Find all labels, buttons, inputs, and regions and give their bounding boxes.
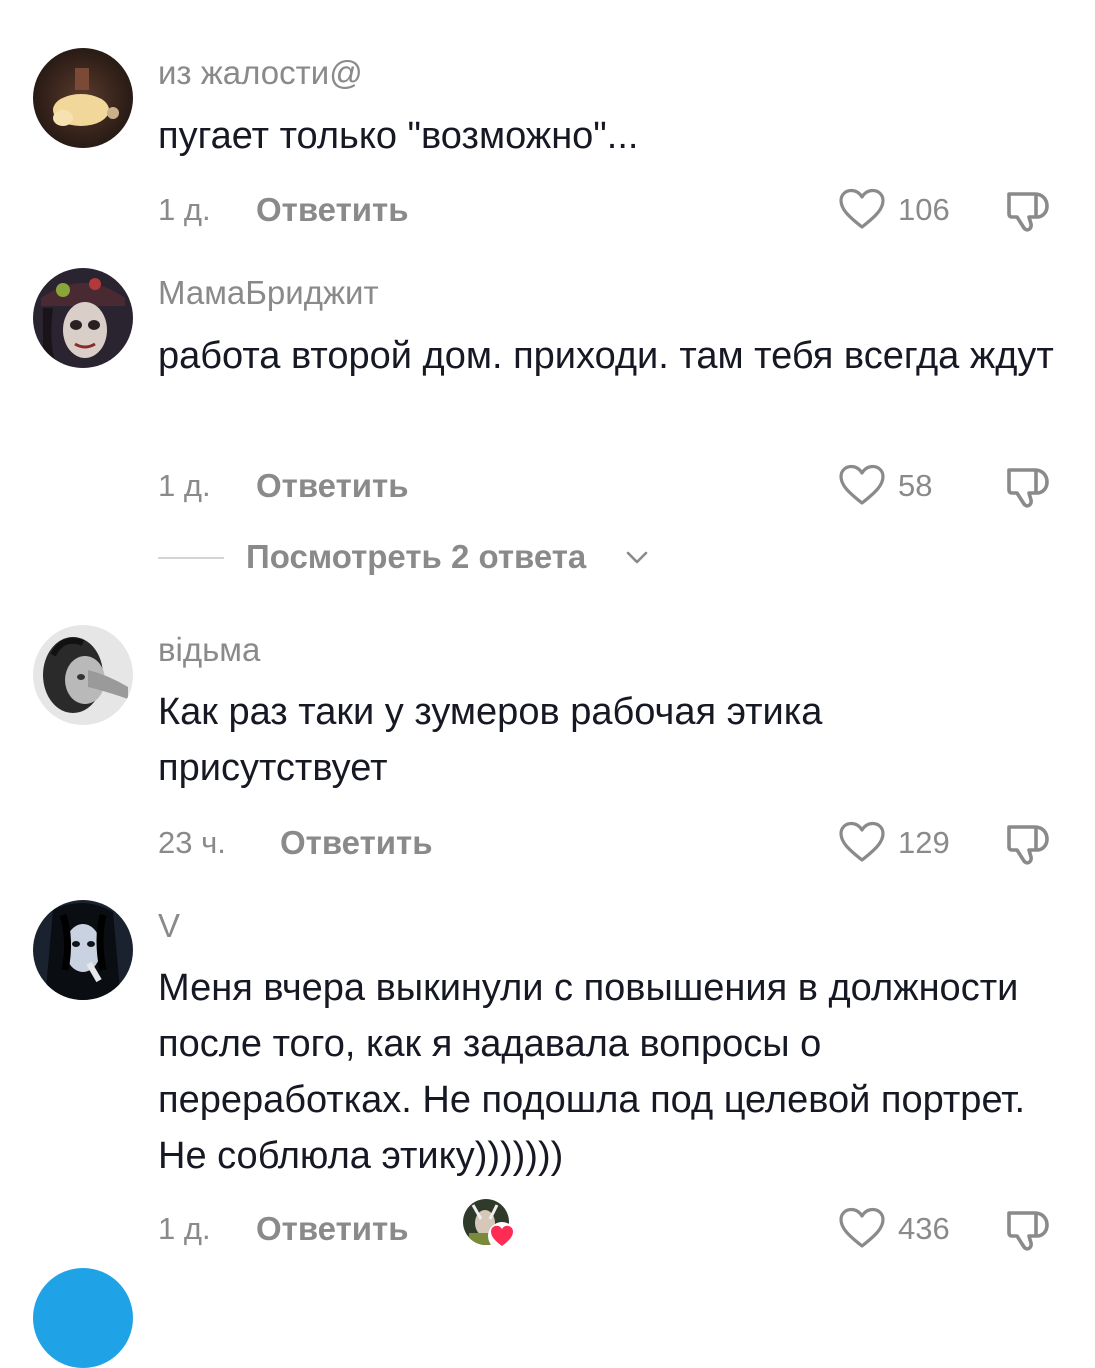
reply-button[interactable]: Ответить [256,190,409,230]
username[interactable]: відьма [158,630,260,670]
comment-time: 1 д. [158,468,211,503]
comment-actions: 1 д. Ответить 58 [158,462,1058,510]
like-count: 58 [898,468,933,503]
thumbs-down-icon [1007,825,1049,865]
comment-actions: 1 д. Ответить 436 [158,1199,1058,1255]
creator-heart-icon [488,1222,516,1250]
heart-outline-icon [839,1207,885,1248]
comment-actions: 23 ч. Ответить 129 [158,819,1058,867]
username[interactable]: V [158,906,180,946]
creator-liked-badge [463,1199,519,1255]
username[interactable]: из жалости@ [158,53,363,93]
chevron-down-icon [626,551,648,564]
dislike-button[interactable] [1003,1205,1053,1255]
thumbs-down-icon [1007,468,1049,508]
dislike-button[interactable] [1003,819,1053,869]
comment-time: 1 д. [158,1211,211,1246]
comment-time: 1 д. [158,192,211,227]
avatar[interactable] [33,48,133,148]
avatar[interactable] [33,900,133,1000]
view-replies-label: Посмотреть 2 ответа [246,538,587,575]
avatar[interactable] [33,268,133,368]
comment-actions: 1 д. Ответить 106 [158,186,1058,234]
avatar-image [33,268,133,368]
like-button[interactable]: 436 [838,1205,978,1253]
comment-time: 23 ч. [158,825,226,860]
comment-text: Как раз таки у зумеров рабочая этика при… [158,691,823,789]
heart-outline-icon [839,188,885,229]
dislike-button[interactable] [1003,186,1053,236]
comment-text: пугает только "возможно"... [158,115,639,157]
view-replies-button[interactable]: Посмотреть 2 ответа [158,536,678,580]
heart-outline-icon [839,821,885,862]
comment-text: Меня вчера выкинули с повышения в должно… [158,967,1026,1177]
username[interactable]: МамаБриджит [158,273,379,313]
avatar-image [33,625,133,725]
like-count: 436 [898,1211,950,1246]
like-button[interactable]: 106 [838,186,978,234]
like-count: 129 [898,825,950,860]
reply-button[interactable]: Ответить [256,466,409,506]
thumbs-down-icon [1007,192,1049,232]
next-comment-avatar[interactable] [33,1268,133,1368]
avatar-image [33,48,133,148]
avatar[interactable] [33,625,133,725]
heart-outline-icon [839,464,885,505]
like-button[interactable]: 129 [838,819,978,867]
reply-button[interactable]: Ответить [280,823,433,863]
divider [158,557,224,559]
avatar-image [33,900,133,1000]
comment-text: работа второй дом. приходи. там тебя все… [158,335,1054,377]
like-button[interactable]: 58 [838,462,978,510]
thumbs-down-icon [1007,1211,1049,1251]
like-count: 106 [898,192,950,227]
dislike-button[interactable] [1003,462,1053,512]
reply-button[interactable]: Ответить [256,1209,409,1249]
